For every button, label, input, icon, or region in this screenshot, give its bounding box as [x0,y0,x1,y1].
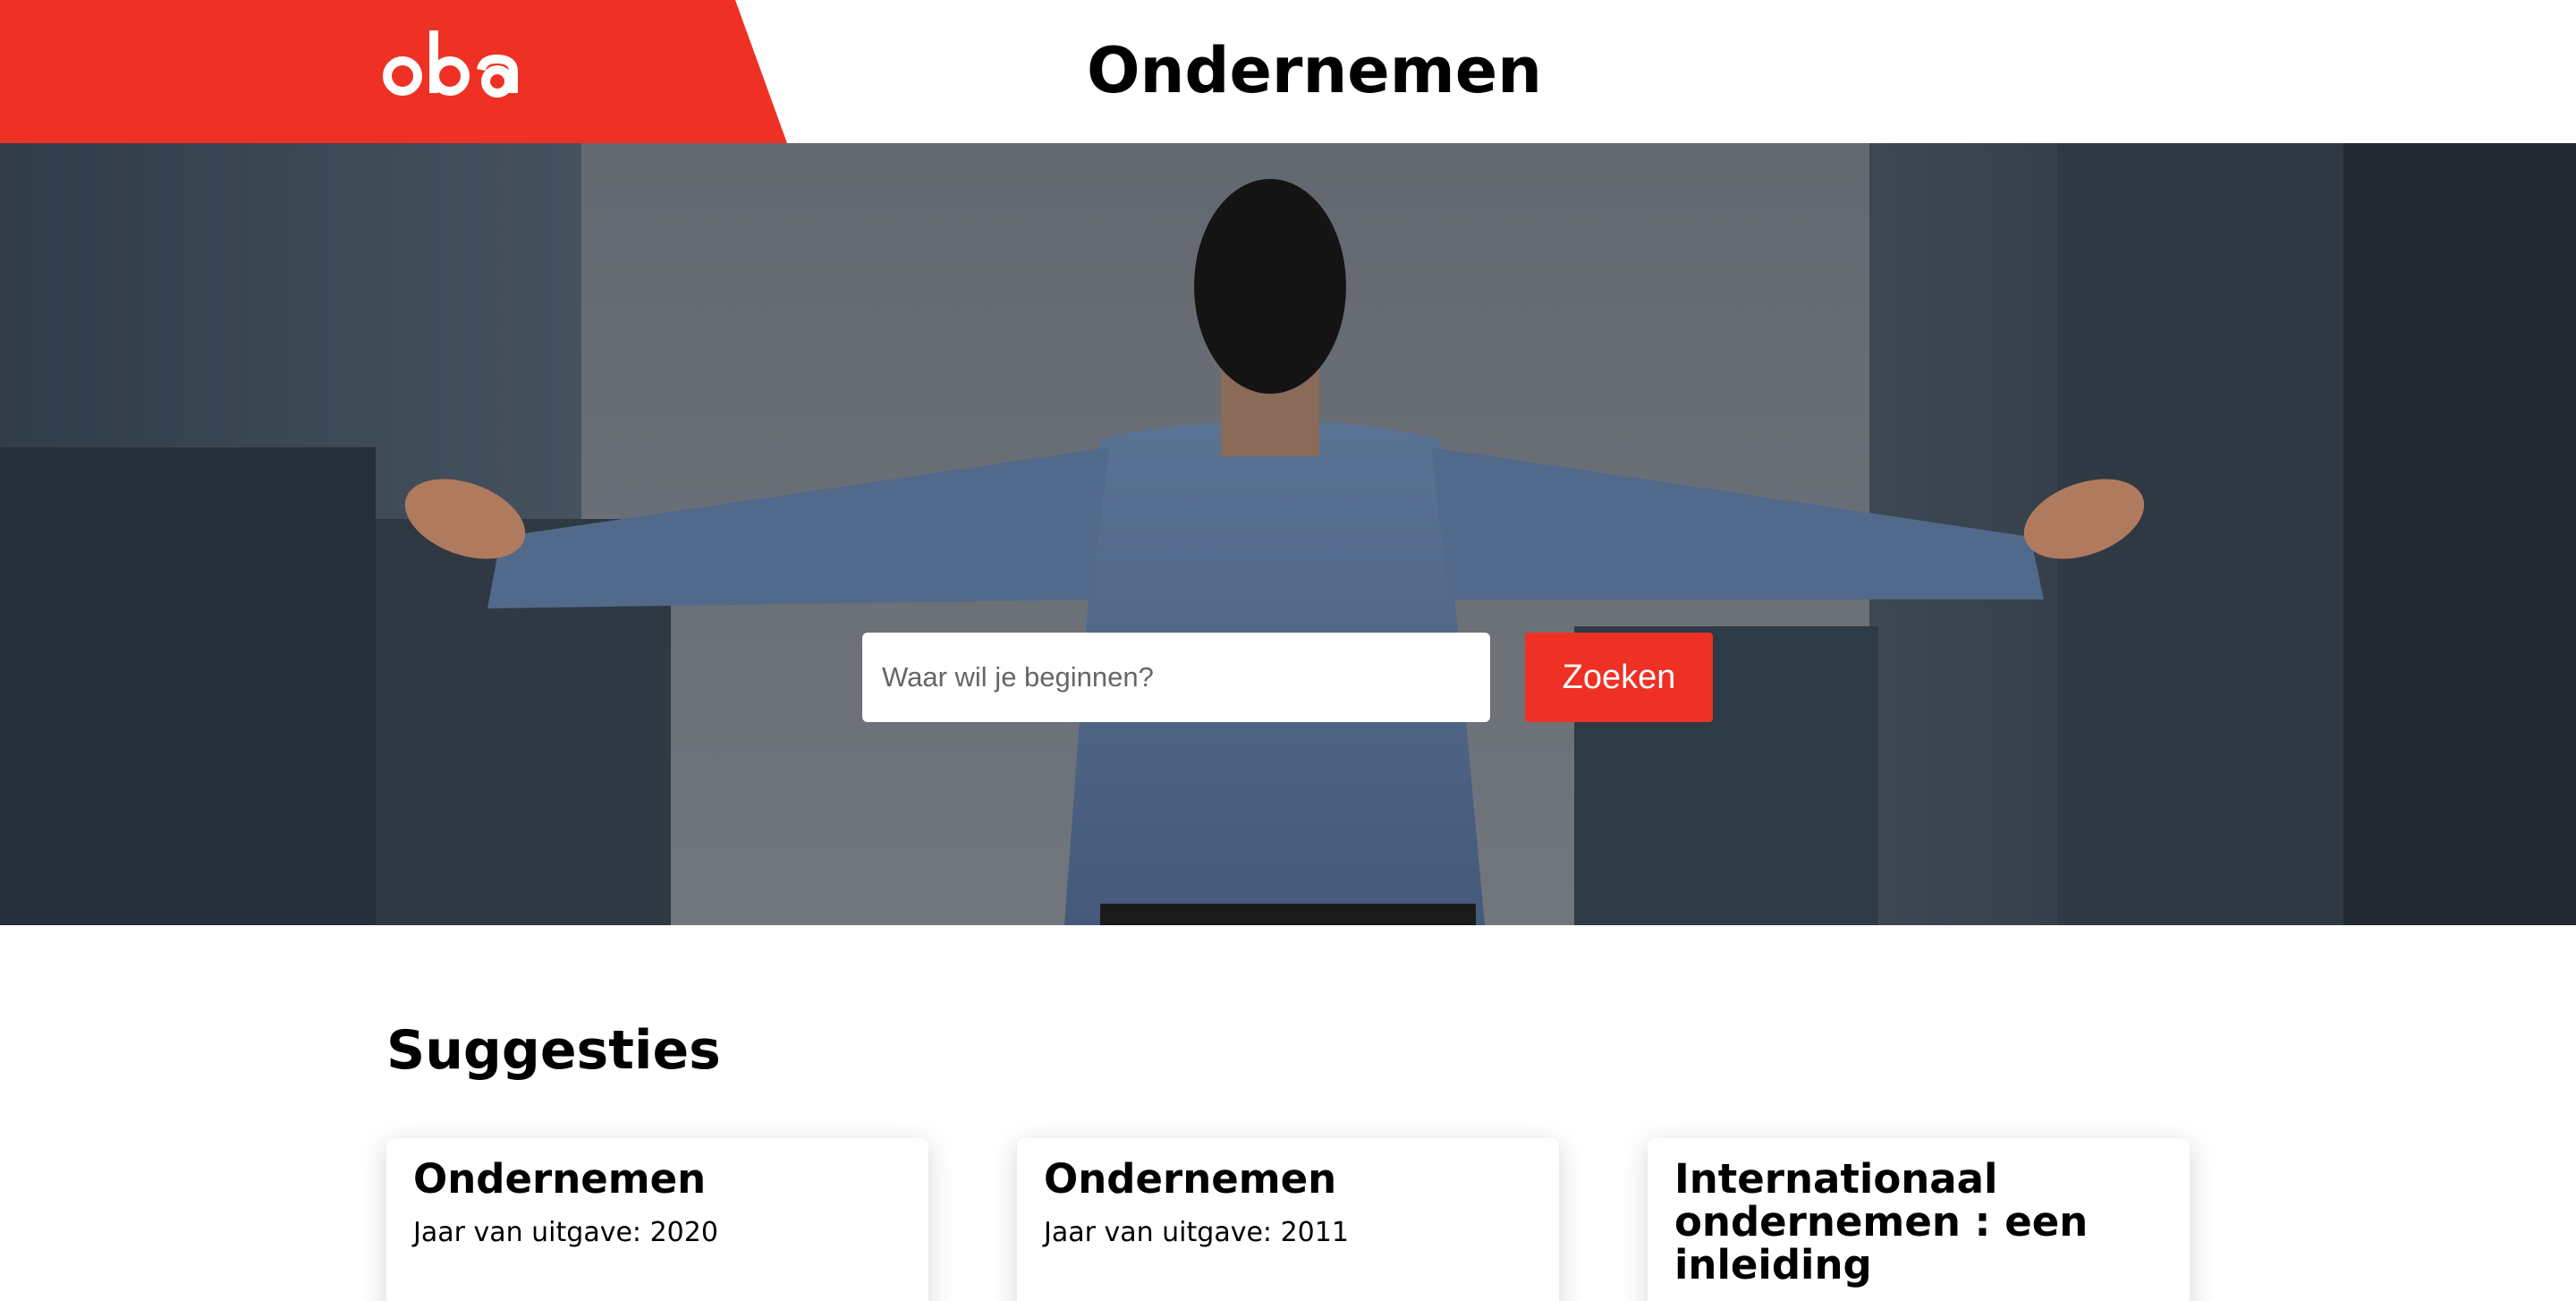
oba-logo[interactable] [383,25,535,107]
search-button[interactable]: Zoeken [1525,633,1713,722]
suggestion-card[interactable]: Ondernemen Jaar van uitgave: 2011 [1017,1138,1559,1301]
suggestion-card[interactable]: Internationaal ondernemen : een inleidin… [1648,1138,2190,1301]
suggestion-title: Internationaal ondernemen : een inleidin… [1674,1155,2089,1288]
suggestions-heading: Suggesties [386,1019,721,1082]
suggestion-year: Jaar van uitgave: 2020 [413,1217,718,1248]
hero-banner: Zoeken [0,143,2576,925]
search-input[interactable] [862,633,1490,722]
hero-background-image [0,143,2576,925]
suggestion-title: Ondernemen [1044,1155,1337,1203]
suggestion-card[interactable]: Ondernemen Jaar van uitgave: 2020 [386,1138,928,1301]
page-title: Ondernemen [1087,34,1543,107]
site-header: Ondernemen [0,0,2576,143]
suggestion-title: Ondernemen [413,1155,707,1203]
suggestion-year: Jaar van uitgave: 2011 [1044,1217,1349,1248]
